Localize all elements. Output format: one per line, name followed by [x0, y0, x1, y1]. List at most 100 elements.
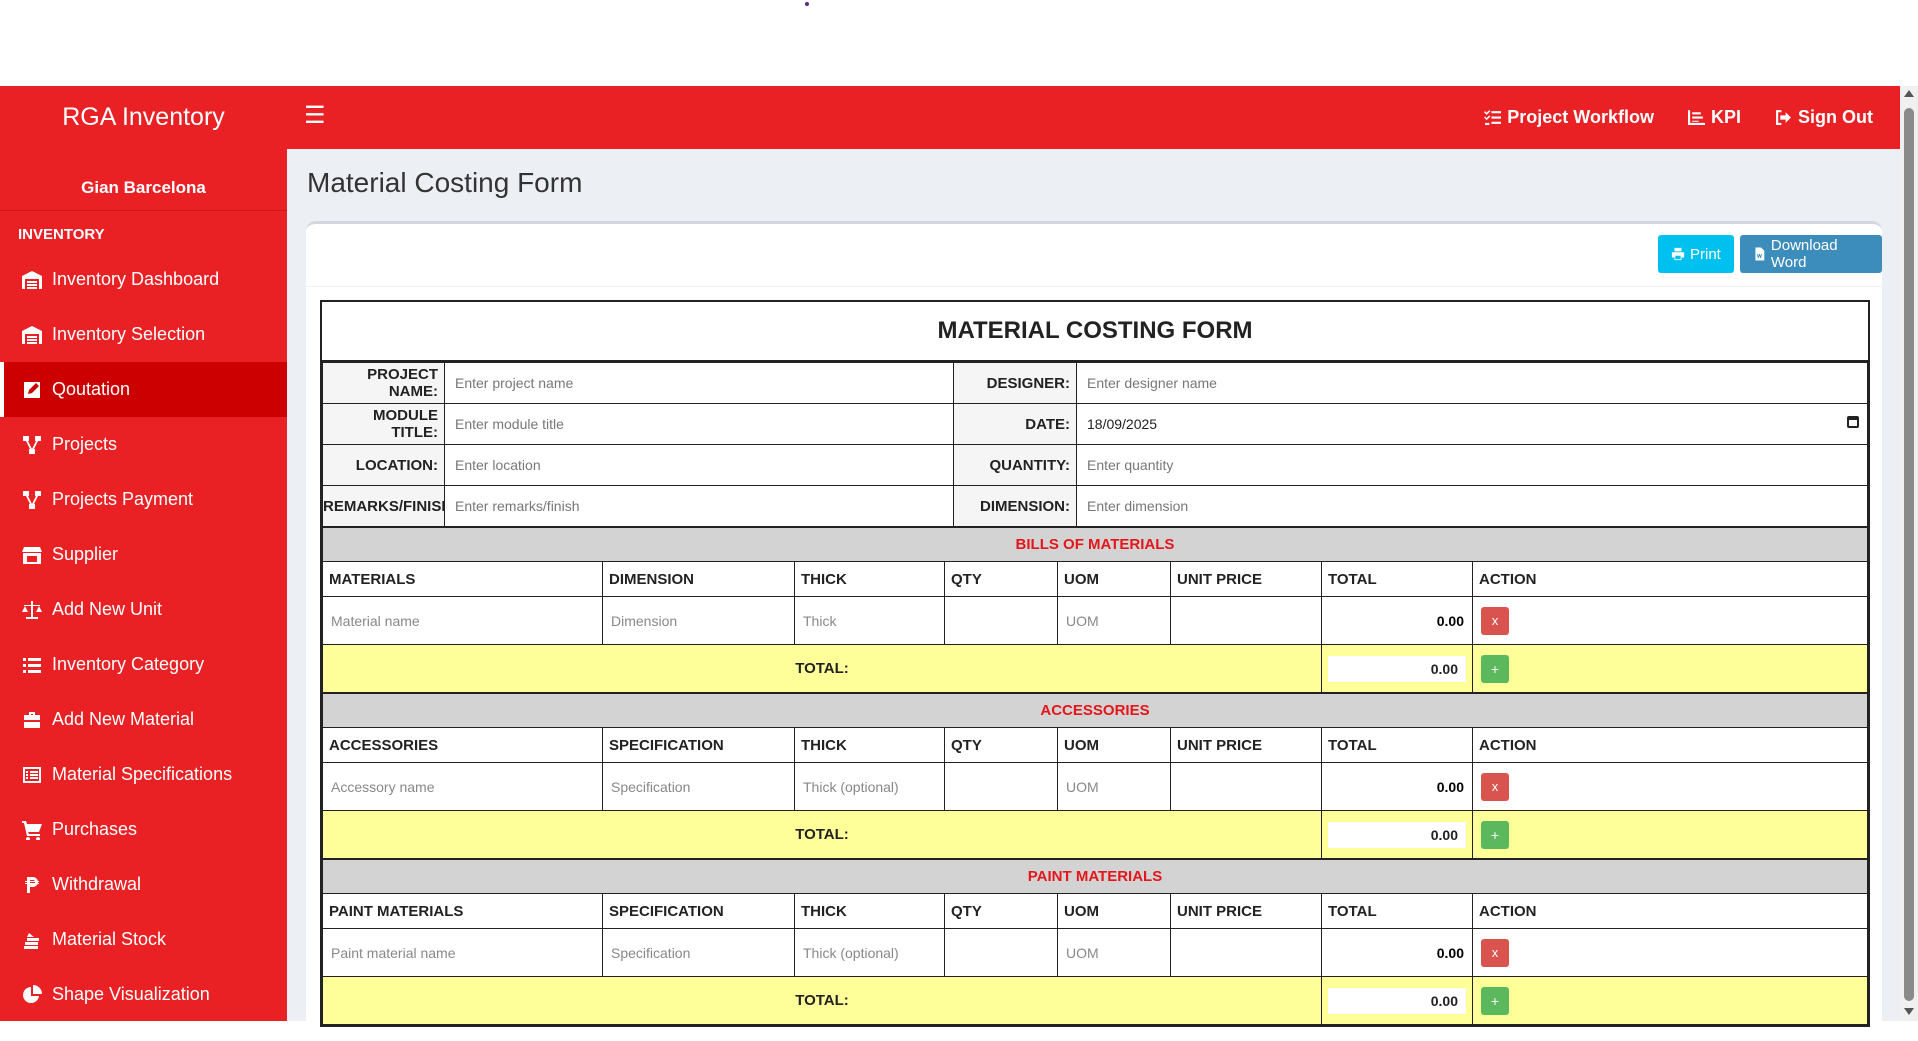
paint-row-total: 0.00 [1321, 928, 1473, 977]
bom-total-label: TOTAL: [322, 644, 1322, 693]
add-row-button[interactable]: + [1481, 820, 1509, 849]
sidebar-item-inventory-category[interactable]: Inventory Category [0, 637, 287, 692]
calendar-icon[interactable] [1847, 416, 1859, 428]
sidebar-item-purchases[interactable]: Purchases [0, 802, 287, 857]
bom-thick-input[interactable] [795, 597, 944, 644]
main-content: Material Costing Form Print Download Wor… [287, 149, 1900, 1041]
scroll-thumb[interactable] [1904, 108, 1914, 1001]
project-workflow-label: Project Workflow [1507, 107, 1654, 127]
bom-row-total: 0.00 [1321, 596, 1473, 645]
bom-name-input[interactable] [323, 597, 602, 644]
quantity-input[interactable] [1077, 446, 1867, 484]
project-name-input[interactable] [445, 364, 953, 402]
table-row: 0.00 x [322, 928, 1868, 977]
sidebar-item-supplier[interactable]: Supplier [0, 527, 287, 582]
quantity-label: QUANTITY: [953, 444, 1077, 486]
paint-spec-input[interactable] [603, 929, 794, 976]
project-diagram-icon [23, 435, 41, 454]
remove-row-button[interactable]: x [1481, 606, 1509, 635]
paint-column-header: UOM [1057, 893, 1171, 929]
hamburger-menu-icon[interactable]: ☰ [304, 104, 326, 128]
paint-column-header: THICK [794, 893, 945, 929]
sidebar-item-projects-payment[interactable]: Projects Payment [0, 472, 287, 527]
remove-row-button[interactable]: x [1481, 938, 1509, 967]
bom-uom-input[interactable] [1058, 597, 1170, 644]
scroll-down-arrow-icon[interactable] [1904, 1008, 1914, 1015]
acc-column-header: THICK [794, 727, 945, 763]
download-word-button[interactable]: Download Word [1740, 235, 1882, 273]
acc-qty-input[interactable] [945, 763, 1057, 810]
store-icon [22, 546, 42, 564]
dimension-input[interactable] [1077, 487, 1867, 525]
acc-row-total: 0.00 [1321, 762, 1473, 811]
paint-thick-input[interactable] [795, 929, 944, 976]
designer-input[interactable] [1077, 364, 1867, 402]
bom-qty-input[interactable] [945, 597, 1057, 644]
paint-unit-price-input[interactable] [1171, 929, 1321, 976]
acc-unit-price-input[interactable] [1171, 763, 1321, 810]
sidebar-item-add-new-unit[interactable]: Add New Unit [0, 582, 287, 637]
sidebar-item-material-specifications[interactable]: Material Specifications [0, 747, 287, 802]
acc-spec-input[interactable] [603, 763, 794, 810]
remove-row-button[interactable]: x [1481, 772, 1509, 801]
date-input[interactable] [1077, 405, 1867, 443]
sidebar-item-add-new-material[interactable]: Add New Material [0, 692, 287, 747]
page-scrollbar[interactable] [1900, 86, 1918, 1021]
acc-total-value: 0.00 [1328, 821, 1466, 848]
sidebar-item-label: Projects Payment [52, 489, 194, 509]
warehouse-icon [22, 325, 42, 344]
dimension-label: DIMENSION: [953, 485, 1077, 527]
print-icon [1671, 247, 1685, 261]
tasks-icon [1484, 110, 1502, 125]
add-row-button[interactable]: + [1481, 654, 1509, 683]
sidebar-item-label: Inventory Dashboard [52, 269, 220, 289]
sidebar: Gian Barcelona INVENTORY Inventory Dashb… [0, 149, 287, 1021]
bom-unit-price-input[interactable] [1171, 597, 1321, 644]
acc-total-label: TOTAL: [322, 810, 1322, 859]
paint-section-table: PAINT MATERIALS PAINT MATERIALS SPECIFICAT… [322, 859, 1868, 1025]
edit-icon [24, 381, 40, 398]
paint-column-header: UNIT PRICE [1170, 893, 1322, 929]
navbar-links: Project Workflow KPI Sign Out [1484, 86, 1873, 149]
print-button[interactable]: Print [1658, 235, 1734, 273]
print-button-label: Print [1690, 245, 1721, 263]
scroll-up-arrow-icon[interactable] [1904, 90, 1914, 97]
sidebar-item-inventory-dashboard[interactable]: Inventory Dashboard [0, 252, 287, 307]
remarks-input[interactable] [445, 487, 953, 525]
paint-qty-input[interactable] [945, 929, 1057, 976]
module-title-input[interactable] [445, 405, 953, 443]
file-word-icon [1755, 247, 1765, 261]
acc-thick-input[interactable] [795, 763, 944, 810]
acc-section-table: ACCESSORIES ACCESSORIES SPECIFICATION THICK… [322, 693, 1868, 859]
acc-section-heading: ACCESSORIES [322, 693, 1868, 728]
top-navbar: RGA Inventory ☰ Project Workflow KPI Sig… [0, 86, 1900, 149]
cart-icon [22, 820, 42, 840]
sidebar-item-projects[interactable]: Projects [0, 417, 287, 472]
bom-column-header: UNIT PRICE [1170, 561, 1322, 597]
sidebar-item-label: Qoutation [52, 379, 131, 399]
download-word-label: Download Word [1770, 237, 1838, 271]
brand-logo[interactable]: RGA Inventory [0, 86, 287, 149]
sidebar-item-label: Inventory Category [52, 654, 205, 674]
form-title: MATERIAL COSTING FORM [322, 302, 1868, 362]
sign-out-icon [1776, 110, 1791, 125]
bom-spec-input[interactable] [603, 597, 794, 644]
acc-uom-input[interactable] [1058, 763, 1170, 810]
sidebar-item-qoutation[interactable]: Qoutation [0, 362, 287, 417]
chart-bar-icon [1687, 110, 1705, 125]
add-row-button[interactable]: + [1481, 986, 1509, 1015]
sidebar-item-inventory-selection[interactable]: Inventory Selection [0, 307, 287, 362]
module-title-label: MODULE TITLE: [322, 403, 445, 445]
sidebar-item-withdrawal[interactable]: Withdrawal [0, 857, 287, 912]
paint-name-input[interactable] [323, 929, 602, 976]
kpi-link[interactable]: KPI [1687, 107, 1741, 128]
acc-name-input[interactable] [323, 763, 602, 810]
location-input[interactable] [445, 446, 953, 484]
sidebar-item-material-stock[interactable]: Material Stock [0, 912, 287, 967]
sidebar-item-label: Add New Material [52, 709, 195, 729]
sidebar-item-shape-visualization[interactable]: Shape Visualization [0, 967, 287, 1022]
paint-uom-input[interactable] [1058, 929, 1170, 976]
project-workflow-link[interactable]: Project Workflow [1484, 107, 1654, 128]
bom-column-header: ACTION [1472, 561, 1868, 597]
sign-out-link[interactable]: Sign Out [1775, 107, 1873, 128]
